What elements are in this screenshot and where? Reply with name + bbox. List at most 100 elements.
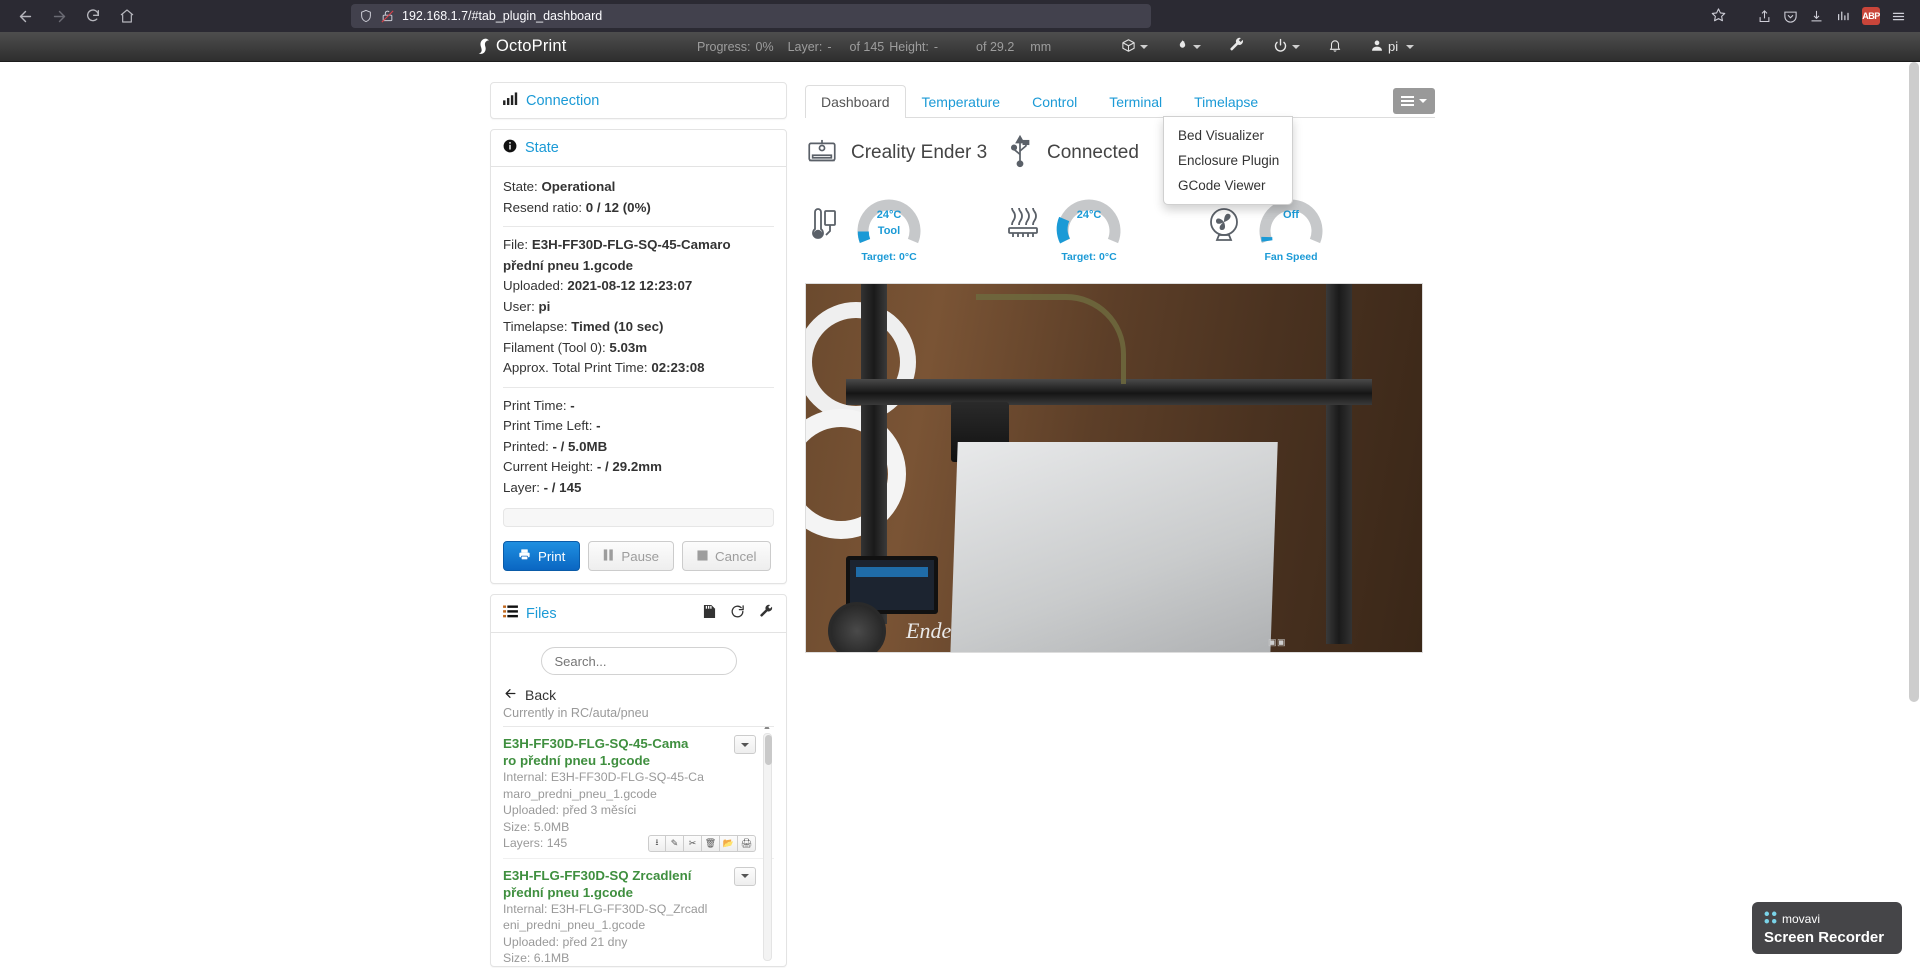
flame-icon [1176,37,1189,56]
menu-item-enclosure-plugin[interactable]: Enclosure Plugin [1164,148,1292,173]
filament-row: Filament (Tool 0): 5.03m [503,338,774,359]
current-height-value: - / 29.2mm [596,459,662,474]
dashboard-status-row: Creality Ender 3 Connected Ope [805,118,1435,177]
printer-cube-icon [1121,38,1136,56]
print-icon[interactable]: 🖨 [738,834,756,852]
sd-upload-icon[interactable] [703,604,716,623]
lock-broken-icon [381,9,394,23]
tool-temperature-gauge: 24°C Tool Target: 0°C [849,189,929,263]
tab-timelapse[interactable]: Timelapse [1178,85,1274,118]
user-name: pi [1388,39,1399,54]
file-list[interactable]: E3H-FF30D-FLG-SQ-45-Camaro přední pneu 1… [503,726,774,966]
app-menu-icon[interactable] [1891,9,1906,24]
user-label: User: [503,298,535,314]
page-scrollbar[interactable] [1909,62,1919,968]
hamburger-icon [1401,96,1414,106]
print-button-label: Print [538,548,566,564]
files-search-wrap [503,643,774,685]
file-size: Size: 5.0MB [503,819,570,834]
connection-panel-header[interactable]: Connection [491,83,786,118]
account-badge[interactable]: ABP [1862,7,1880,25]
usb-icon [1005,134,1035,171]
printer-bed [950,442,1278,652]
forward-arrow-icon[interactable] [44,2,74,30]
download-icon[interactable]: ⭳ [648,834,666,852]
search-input[interactable] [540,647,737,675]
state-value: Operational [541,179,616,194]
print-time-value: - [570,397,575,413]
file-row: File: E3H-FF30D-FLG-SQ-45-Camaro přední … [503,235,774,276]
file-menu-toggle[interactable] [734,866,756,886]
cancel-button[interactable]: Cancel [682,541,772,571]
menu-item-gcode-viewer[interactable]: GCode Viewer [1164,173,1292,198]
file-menu-toggle[interactable] [734,735,756,754]
tab-dashboard[interactable]: Dashboard [805,85,906,118]
chevron-down-icon [1406,44,1415,49]
tab-temperature[interactable]: Temperature [906,85,1017,118]
state-panel-header[interactable]: State [491,130,786,167]
wrench-icon[interactable] [759,604,774,623]
scrollbar-thumb[interactable] [765,735,772,765]
home-icon[interactable] [112,2,142,30]
webcam-watermark: ▣▣ [1267,637,1286,647]
state-row: State: Operational [503,177,774,198]
share-icon[interactable] [1757,9,1772,24]
pause-icon [603,548,614,564]
approx-time-label: Approx. Total Print Time: [503,360,648,375]
user-menu[interactable]: pi [1356,38,1428,56]
print-time-left-label: Print Time Left: [503,418,593,433]
list-item[interactable]: E3H-FF30D-FLG-SQ-45-Camaro přední pneu 1… [503,727,774,859]
pocket-icon[interactable] [1783,9,1798,24]
back-link[interactable]: Back [503,685,774,706]
print-time-left-value: - [596,418,601,433]
delete-icon[interactable]: 🗑 [702,834,720,852]
power-menu[interactable] [1259,38,1314,56]
printer-cube-menu[interactable] [1107,38,1162,56]
files-panel-header[interactable]: Files [491,595,786,633]
file-name[interactable]: E3H-FF30D-FLG-SQ-45-Camaro přední pneu 1… [503,735,693,769]
webcam-feed[interactable]: Ende ▣▣ [805,283,1423,653]
address-bar[interactable]: 192.168.1.7/#tab_plugin_dashboard [351,4,1151,28]
reload-icon[interactable] [78,2,108,30]
progress-value: 0% [755,39,774,54]
tool-temp-value: 24°C [876,209,902,221]
tab-overflow-menu-button[interactable] [1393,88,1435,114]
browser-right-controls: ABP [1711,7,1910,25]
print-progress-bar [503,508,774,527]
download-icon[interactable] [1809,9,1824,24]
library-icon[interactable] [1835,9,1851,24]
refresh-icon[interactable] [730,604,745,623]
layer-value: - / 145 [543,479,582,495]
back-arrow-icon[interactable] [10,2,40,30]
menu-item-bed-visualizer[interactable]: Bed Visualizer [1164,123,1292,148]
file-name[interactable]: E3H-FLG-FF30D-SQ Zrcadlení přední pneu 1… [503,867,693,901]
pause-button[interactable]: Pause [588,541,675,571]
slice-icon[interactable]: ✂ [684,834,702,852]
printed-value: - / 5.0MB [552,438,608,454]
octoprint-logo[interactable]: OctoPrint [476,37,567,56]
notifications-button[interactable] [1314,38,1356,56]
list-item[interactable]: E3H-FLG-FF30D-SQ Zrcadlení přední pneu 1… [503,859,774,967]
print-button[interactable]: Print [503,541,581,571]
signal-bars-icon [503,92,518,109]
files-panel-body: Back Currently in RC/auta/pneu E3H-FF30D… [491,633,786,966]
file-value: E3H-FF30D-FLG-SQ-45-Camaro přední pneu 1… [503,237,731,273]
file-uploaded: Uploaded: před 3 měsíci [503,803,637,817]
temperature-menu[interactable] [1162,37,1215,56]
resend-label: Resend ratio: [503,199,583,215]
bell-icon [1328,38,1342,56]
settings-wrench-button[interactable] [1215,37,1259,56]
scroll-up-arrow-icon[interactable]: ▲ [762,727,772,731]
navbar-progress-info: Progress: 0% Layer: - of 145 Height: - o… [697,40,1051,54]
scrollbar-thumb[interactable] [1909,62,1919,702]
folder-icon[interactable]: 📂 [720,834,738,852]
user-value: pi [538,298,551,314]
star-icon[interactable] [1711,7,1726,25]
tab-control[interactable]: Control [1016,85,1093,118]
file-list-scrollbar[interactable] [763,733,772,961]
brand-text: OctoPrint [496,37,567,55]
tab-terminal[interactable]: Terminal [1093,85,1178,118]
chevron-down-icon [1193,44,1201,49]
edit-icon[interactable]: ✎ [666,834,684,852]
tab-bar: Dashboard Temperature Control Terminal T… [805,82,1435,205]
